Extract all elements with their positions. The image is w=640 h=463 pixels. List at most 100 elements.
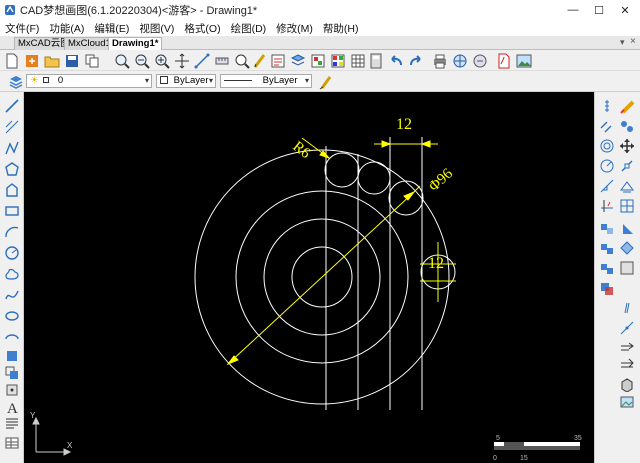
group-icon[interactable]	[599, 280, 615, 296]
mirror-icon[interactable]	[619, 118, 635, 134]
menu-edit[interactable]: 编辑(E)	[89, 21, 134, 36]
scale-icon[interactable]	[599, 178, 615, 194]
linetype-select[interactable]: ByLayer ▾	[220, 74, 312, 88]
menu-file[interactable]: 文件(F)	[0, 21, 44, 36]
divide-icon[interactable]	[619, 320, 635, 336]
web-icon[interactable]	[452, 53, 468, 69]
undo-icon[interactable]	[388, 53, 404, 69]
open-folder-icon[interactable]	[44, 53, 60, 69]
menu-format[interactable]: 格式(O)	[179, 21, 225, 36]
erase-icon[interactable]	[619, 98, 635, 114]
offset-icon[interactable]	[599, 138, 615, 154]
lengthen-icon[interactable]	[619, 300, 635, 316]
line-icon[interactable]	[4, 98, 20, 114]
drawing-svg: R6 12 Φ96 12 0 5 15 35 Y X	[30, 116, 582, 462]
chamfer-icon[interactable]	[619, 220, 635, 236]
image-frame-icon[interactable]	[619, 394, 635, 410]
scale-tick-0: 0	[493, 455, 497, 462]
new-file-icon[interactable]	[4, 53, 20, 69]
polyline-icon[interactable]	[4, 140, 20, 156]
pdf-icon[interactable]	[496, 53, 512, 69]
draw-order-icon[interactable]	[619, 356, 635, 372]
view-icon[interactable]	[234, 53, 250, 69]
match-brush-icon[interactable]	[318, 74, 334, 90]
menu-draw[interactable]: 绘图(D)	[226, 21, 272, 36]
fillet-icon[interactable]	[599, 240, 615, 256]
polygon-icon[interactable]	[4, 161, 20, 177]
3d-box-icon[interactable]	[619, 376, 635, 392]
extend-icon[interactable]	[619, 198, 635, 214]
copy-icon[interactable]	[84, 53, 100, 69]
close-button[interactable]: ✕	[612, 0, 638, 20]
multiline-text-icon[interactable]	[4, 416, 20, 432]
minimize-button[interactable]: —	[560, 0, 586, 20]
measure-icon[interactable]	[214, 53, 230, 69]
circle-icon[interactable]	[4, 245, 20, 261]
tab-close-icon[interactable]: ×	[630, 36, 636, 47]
layers-icon[interactable]	[8, 74, 24, 90]
revision-cloud-icon[interactable]	[4, 266, 20, 282]
pan-icon[interactable]	[174, 53, 190, 69]
ucs-icon	[32, 416, 72, 456]
join-icon[interactable]	[599, 260, 615, 276]
zoom-extents-icon[interactable]	[134, 53, 150, 69]
publish-icon[interactable]	[472, 53, 488, 69]
spline-icon[interactable]	[4, 287, 20, 303]
drawing-canvas[interactable]: R6 12 Φ96 12 0 5 15 35 Y X	[24, 92, 594, 463]
trim-icon[interactable]	[599, 198, 615, 214]
maximize-button[interactable]: ☐	[586, 0, 612, 20]
layer-select[interactable]: ☀ 0 ▾	[26, 74, 152, 88]
block-icon[interactable]	[310, 53, 326, 69]
dimension-icon[interactable]	[194, 53, 210, 69]
move-icon[interactable]	[619, 138, 635, 154]
rotate-icon[interactable]	[619, 158, 635, 174]
chevron-down-icon: ▾	[208, 76, 213, 85]
table-icon[interactable]	[350, 53, 366, 69]
ellipse-arc-icon[interactable]	[4, 329, 20, 345]
explode-icon[interactable]	[619, 240, 635, 256]
save-icon[interactable]	[64, 53, 80, 69]
align-icon[interactable]	[619, 260, 635, 276]
ellipse-icon[interactable]	[4, 308, 20, 324]
diameter-arrow-2	[403, 190, 416, 201]
menu-modify[interactable]: 修改(M)	[271, 21, 318, 36]
table-insert-icon[interactable]	[4, 435, 20, 451]
color-select[interactable]: ByLayer ▾	[156, 74, 216, 88]
properties-icon[interactable]	[330, 53, 346, 69]
menu-function[interactable]: 功能(A)	[44, 21, 89, 36]
stretch-icon[interactable]	[619, 178, 635, 194]
point-icon[interactable]	[4, 382, 20, 398]
match-properties-icon[interactable]	[270, 53, 286, 69]
rect-icon[interactable]	[4, 203, 20, 219]
diameter-dim-line	[227, 191, 415, 365]
zoom-window-icon[interactable]	[114, 53, 130, 69]
tab-drawing1[interactable]: Drawing1*	[108, 37, 163, 50]
cloud-open-icon[interactable]	[24, 53, 40, 69]
image-icon[interactable]	[516, 53, 532, 69]
text-style-icon[interactable]	[252, 53, 268, 69]
zoom-realtime-icon[interactable]	[154, 53, 170, 69]
print-icon[interactable]	[432, 53, 448, 69]
hatch-icon[interactable]: A	[4, 399, 20, 415]
tabs-dropdown-icon[interactable]: ▾	[620, 37, 625, 48]
arrow-line-icon[interactable]	[619, 338, 635, 354]
color-swatch	[160, 76, 168, 85]
chevron-down-icon: ▾	[304, 76, 309, 85]
layer-manager-icon[interactable]	[290, 53, 306, 69]
redo-icon[interactable]	[408, 53, 424, 69]
ruler-icon[interactable]	[599, 98, 615, 114]
diameter-leader	[413, 185, 421, 193]
array-icon[interactable]	[599, 158, 615, 174]
layer-color-swatch	[43, 77, 50, 83]
arc-icon[interactable]	[4, 224, 20, 240]
insert-block-icon[interactable]	[4, 348, 20, 364]
scale-tick-15: 15	[520, 455, 528, 462]
construction-line-icon[interactable]	[4, 119, 20, 135]
break-icon[interactable]	[599, 220, 615, 236]
copy-object-icon[interactable]	[599, 118, 615, 134]
make-block-icon[interactable]	[4, 365, 20, 381]
menu-help[interactable]: 帮助(H)	[318, 21, 364, 36]
rectangle-icon[interactable]	[4, 182, 20, 198]
calculator-icon[interactable]	[368, 53, 384, 69]
menu-view[interactable]: 视图(V)	[134, 21, 179, 36]
